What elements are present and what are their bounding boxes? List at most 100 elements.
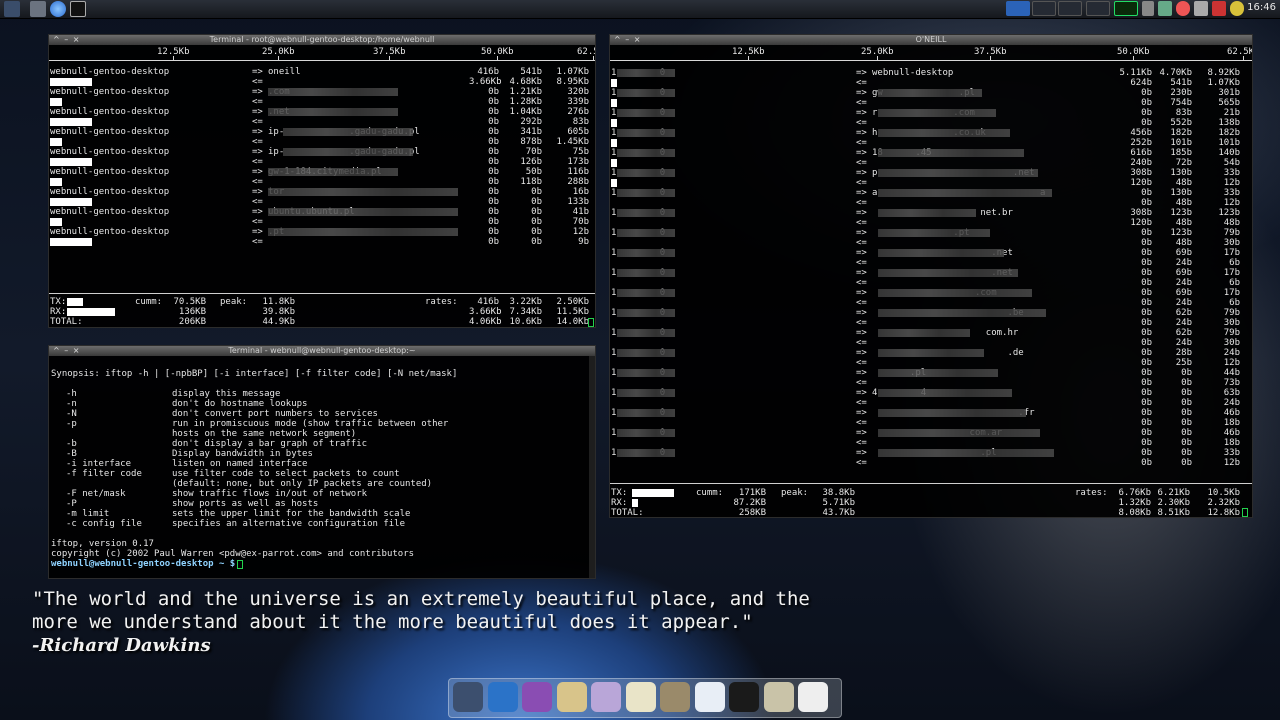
rate-10s: 0b bbox=[531, 197, 542, 207]
scrollbar[interactable] bbox=[589, 356, 595, 578]
music-folder-icon[interactable] bbox=[763, 682, 794, 712]
option-description: show traffic flows in/out of network bbox=[172, 489, 368, 499]
window-titlebar[interactable]: ^ – × Terminal - webnull@webnull-gentoo-… bbox=[49, 346, 595, 356]
rate-10s: 50b bbox=[525, 167, 542, 177]
redacted-hostname bbox=[878, 149, 1024, 157]
direction-arrow: <= bbox=[252, 117, 263, 127]
pager-icon[interactable] bbox=[1006, 1, 1030, 16]
rate-40s: 46b bbox=[1223, 408, 1240, 418]
direction-arrow: => bbox=[856, 68, 867, 78]
footer-separator bbox=[49, 293, 595, 294]
direction-arrow: => bbox=[856, 208, 867, 218]
rate-10s: 62b bbox=[1175, 328, 1192, 338]
terminal-icon[interactable] bbox=[70, 1, 86, 17]
rate-2s: 0b bbox=[1141, 118, 1152, 128]
help-terminal-window[interactable]: ^ – × Terminal - webnull@webnull-gentoo-… bbox=[48, 345, 596, 579]
redacted-hostname bbox=[617, 409, 675, 417]
text-cursor bbox=[588, 318, 594, 327]
rate-40s: 16b bbox=[572, 187, 589, 197]
clock[interactable]: 16:46 bbox=[1247, 2, 1276, 13]
rate-40s: 24b bbox=[1223, 348, 1240, 358]
tx-rate: 416b bbox=[477, 297, 499, 307]
redacted-hostname bbox=[268, 188, 458, 196]
battery-icon[interactable] bbox=[1212, 1, 1226, 16]
direction-arrow: <= bbox=[856, 138, 867, 148]
pager-icon-4[interactable] bbox=[1086, 1, 1110, 16]
text-editor-icon[interactable] bbox=[625, 682, 656, 712]
rate-40s: 173b bbox=[567, 157, 589, 167]
rate-10s: 24b bbox=[1175, 258, 1192, 268]
rate-10s: 70b bbox=[525, 147, 542, 157]
rate-40s: 48b bbox=[1223, 218, 1240, 228]
rate-40s: 44b bbox=[1223, 368, 1240, 378]
rate-10s: 0b bbox=[531, 187, 542, 197]
chat-client-icon[interactable] bbox=[487, 682, 518, 712]
show-desktop-icon[interactable] bbox=[30, 1, 46, 17]
instant-messenger-icon[interactable] bbox=[522, 682, 552, 712]
redacted-hostname bbox=[878, 409, 1026, 417]
pager-icon-2[interactable] bbox=[1032, 1, 1056, 16]
rate-10s: 25b bbox=[1175, 358, 1192, 368]
total-cumm: 258KB bbox=[738, 508, 766, 518]
direction-arrow: => bbox=[856, 188, 867, 198]
rate-10s: 0b bbox=[1181, 458, 1192, 468]
home-folder-icon[interactable] bbox=[556, 682, 587, 712]
tx-rate: 6.76Kb bbox=[1118, 488, 1151, 498]
rate-40s: 138b bbox=[1218, 118, 1240, 128]
direction-arrow: <= bbox=[856, 378, 867, 388]
volume-icon[interactable] bbox=[1142, 1, 1154, 16]
rate-10s: 1.04Kb bbox=[509, 107, 542, 117]
option-flag: -N bbox=[66, 409, 77, 419]
pager-icon-3[interactable] bbox=[1058, 1, 1082, 16]
rate-2s: 0b bbox=[488, 207, 499, 217]
direction-arrow: => bbox=[252, 107, 263, 117]
redacted-box bbox=[50, 78, 92, 86]
rate-2s: 0b bbox=[1141, 348, 1152, 358]
total-peak: 44.9Kb bbox=[262, 317, 295, 327]
rate-10s: 123b bbox=[1170, 208, 1192, 218]
mail-icon[interactable] bbox=[1230, 1, 1244, 16]
media-player-icon[interactable] bbox=[798, 682, 828, 712]
window-titlebar[interactable]: ^ – × Terminal - root@webnull-gentoo-des… bbox=[49, 35, 595, 45]
window-titlebar[interactable]: ^ – × O'NEILL bbox=[610, 35, 1252, 45]
iftop-terminal-window[interactable]: ^ – × Terminal - root@webnull-gentoo-des… bbox=[48, 34, 596, 328]
terminal-icon[interactable] bbox=[729, 682, 759, 712]
direction-arrow: => bbox=[856, 388, 867, 398]
updates-icon[interactable] bbox=[1176, 1, 1190, 16]
rate-40s: 70b bbox=[572, 217, 589, 227]
redacted-hostname bbox=[617, 349, 675, 357]
rate-40s: 140b bbox=[1218, 148, 1240, 158]
rate-2s: 0b bbox=[1141, 428, 1152, 438]
desktop-icon[interactable] bbox=[4, 1, 20, 17]
direction-arrow: => bbox=[856, 368, 867, 378]
redacted-hostname bbox=[283, 148, 413, 156]
browser-icon[interactable] bbox=[50, 1, 66, 17]
network-icon[interactable] bbox=[1158, 1, 1172, 16]
rate-10s: 4.70Kb bbox=[1159, 68, 1192, 78]
text-cursor[interactable] bbox=[237, 560, 243, 569]
redacted-hostname bbox=[878, 309, 1046, 317]
direction-arrow: <= bbox=[252, 97, 263, 107]
gimp-icon[interactable] bbox=[591, 682, 621, 712]
option-description: run in promiscuous mode (show traffic be… bbox=[172, 419, 449, 429]
file-manager-icon[interactable] bbox=[453, 682, 483, 712]
mail-client-icon[interactable] bbox=[694, 682, 725, 712]
rate-10s: 182b bbox=[1170, 128, 1192, 138]
rate-2s: 0b bbox=[1141, 438, 1152, 448]
graphics-editor-icon[interactable] bbox=[660, 682, 690, 712]
direction-arrow: <= bbox=[856, 298, 867, 308]
redacted-hostname bbox=[878, 249, 1004, 257]
direction-arrow: <= bbox=[252, 157, 263, 167]
direction-arrow: <= bbox=[856, 198, 867, 208]
host-name: webnull-gentoo-desktop bbox=[50, 107, 170, 117]
redacted-hostname bbox=[617, 229, 675, 237]
chat-icon[interactable] bbox=[1194, 1, 1208, 16]
rate-40s: 288b bbox=[567, 177, 589, 187]
direction-arrow: <= bbox=[856, 98, 867, 108]
rate-40s: 339b bbox=[567, 97, 589, 107]
option-flag: -p bbox=[66, 419, 77, 429]
rate-2s: 0b bbox=[1141, 448, 1152, 458]
redacted-hostname bbox=[617, 129, 675, 137]
option-description: specifies an alternative configuration f… bbox=[172, 519, 405, 529]
oneill-iftop-window[interactable]: ^ – × O'NEILL 12.5Kb 25.0Kb 37.5Kb 50.0Kb 62… bbox=[609, 34, 1253, 518]
